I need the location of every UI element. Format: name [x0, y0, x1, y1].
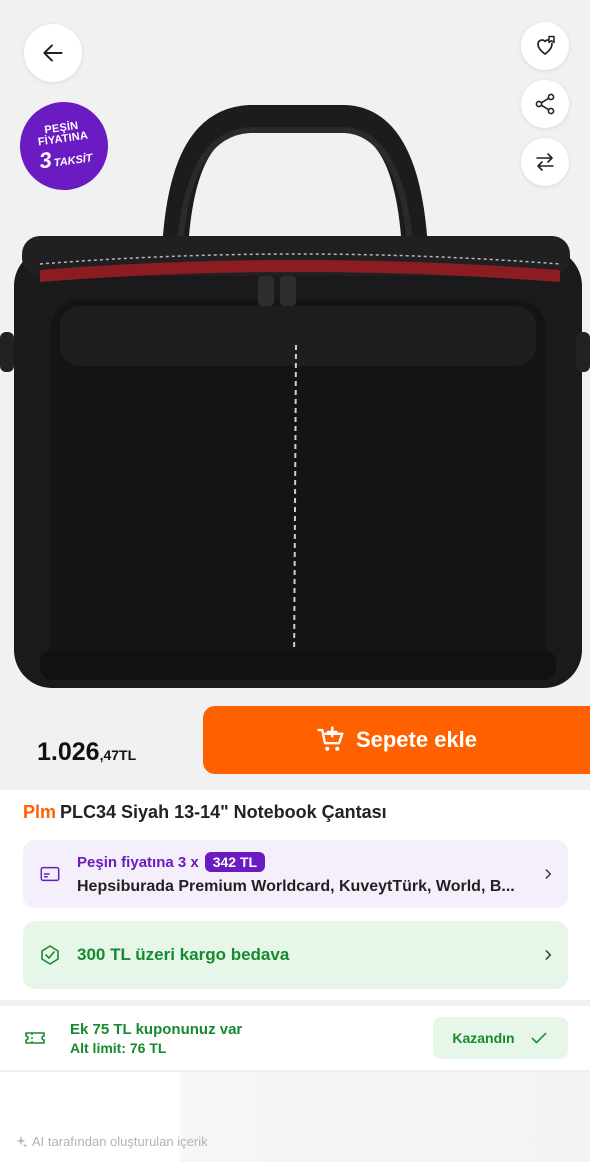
- price-fraction: ,47: [99, 747, 120, 763]
- product-image: [0, 105, 590, 688]
- coupon-icon-wrap: [0, 1026, 70, 1050]
- coupon-won-button[interactable]: Kazandın: [433, 1017, 568, 1059]
- price-main: 1.026: [37, 738, 100, 766]
- compare-arrows-icon: [536, 153, 554, 171]
- price: 1.026,47 TL: [37, 738, 136, 767]
- cart-plus-icon: [317, 726, 344, 751]
- promo-word: TAKSİT: [53, 152, 94, 170]
- product-name: PLC34 Siyah 13-14" Notebook Çantası: [60, 802, 387, 822]
- heart-list-icon: [537, 35, 555, 55]
- check-icon: [531, 1032, 547, 1044]
- chevron-right-icon: [528, 948, 568, 962]
- share-button[interactable]: [521, 80, 569, 128]
- installment-amount-badge: 342 TL: [204, 852, 266, 872]
- installment-icon-wrap: [23, 863, 77, 885]
- product-detail-page: PEŞİN FİYATINA 3 TAKSİT 1.026,47 TL Sepete…: [0, 0, 590, 1162]
- promo-number: 3: [37, 147, 54, 174]
- delivery-icon: [41, 945, 59, 965]
- installment-body: Peşin fiyatına 3 x 342 TL Hepsiburada Pr…: [77, 852, 528, 896]
- arrow-left-icon: [43, 44, 63, 62]
- cargo-icon-wrap: [23, 943, 77, 967]
- chevron-right-icon: [528, 867, 568, 881]
- ai-sparkle-icon: [16, 1135, 28, 1148]
- installment-cards: Hepsiburada Premium Worldcard, KuveytTür…: [77, 878, 515, 895]
- promo-line3: 3 TAKSİT: [37, 142, 94, 174]
- compare-button[interactable]: [521, 138, 569, 186]
- add-to-favorites-button[interactable]: [521, 22, 569, 70]
- product-image-gallery[interactable]: PEŞİN FİYATINA 3 TAKSİT 1.026,47 TL Sepete…: [0, 0, 590, 790]
- ai-note-text: AI tarafından oluşturulan içerik: [32, 1134, 208, 1149]
- credit-card-icon: [40, 866, 60, 882]
- installment-prefix: Peşin fiyatına 3 x: [77, 853, 199, 871]
- back-button[interactable]: [24, 24, 82, 82]
- share-icon: [535, 93, 555, 115]
- free-shipping-card[interactable]: 300 TL üzeri kargo bedava: [23, 921, 568, 989]
- installment-card[interactable]: Peşin fiyatına 3 x 342 TL Hepsiburada Pr…: [23, 840, 568, 908]
- ticket-icon: [25, 1032, 45, 1044]
- price-currency: TL: [119, 747, 137, 763]
- installment-line1: Peşin fiyatına 3 x 342 TL: [77, 852, 528, 872]
- cargo-body: 300 TL üzeri kargo bedava: [77, 945, 528, 965]
- brand-link[interactable]: Plm: [23, 802, 56, 822]
- product-title: Plm PLC34 Siyah 13-14" Notebook Çantası: [23, 802, 387, 823]
- add-to-cart-label: Sepete ekle: [355, 727, 478, 752]
- ai-generated-note: AI tarafından oluşturulan içerik: [14, 1134, 208, 1149]
- coupon-won-label: Kazandın: [452, 1030, 515, 1046]
- add-to-cart-button[interactable]: Sepete ekle: [203, 706, 590, 774]
- cargo-text: 300 TL üzeri kargo bedava: [77, 945, 290, 964]
- coupon-row: Ek 75 TL kuponunuz var Alt limit: 76 TL …: [0, 1006, 590, 1070]
